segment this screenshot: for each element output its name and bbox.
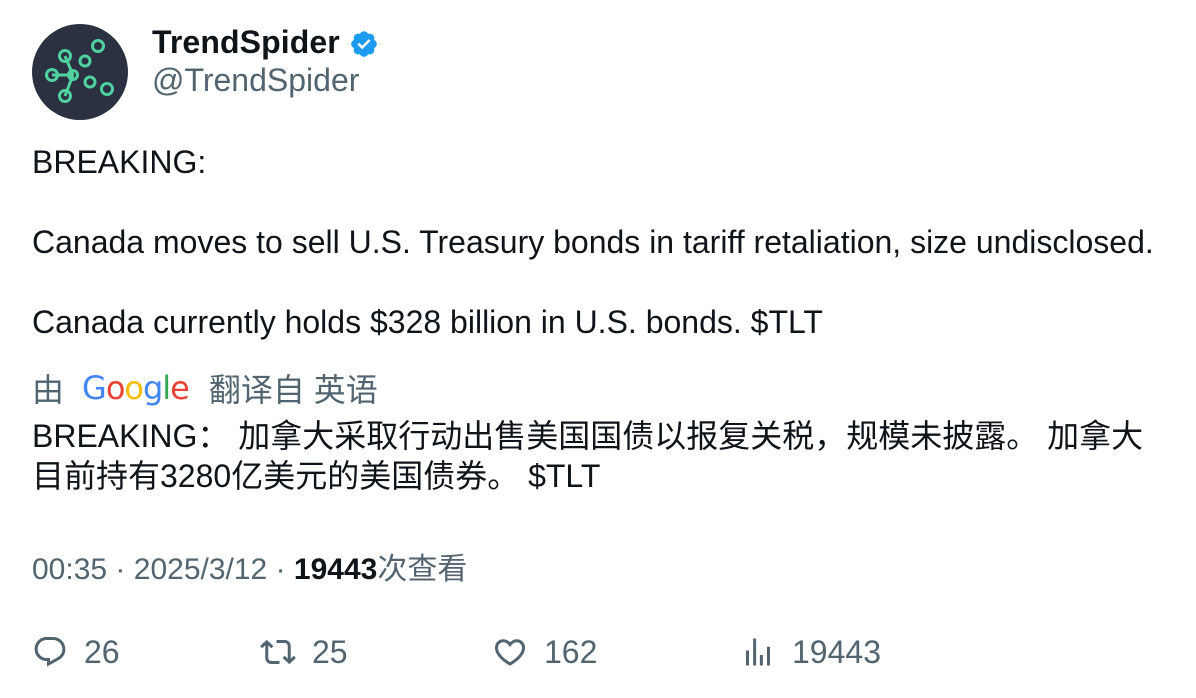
- retweet-button[interactable]: 25: [260, 630, 348, 674]
- tweet-views-label: 次查看: [377, 553, 468, 586]
- bar-chart-icon: [746, 638, 770, 666]
- views-button[interactable]: 19443: [740, 630, 881, 674]
- translated-tweet-text: BREAKING： 加拿大采取行动出售美国国债以报复关税，规模未披露。 加拿大目…: [32, 418, 1144, 494]
- tweet-line-3: Canada currently holds $328 billion in U…: [32, 304, 823, 340]
- tweet-date[interactable]: 2025/3/12: [134, 553, 267, 586]
- google-logo-letter: l: [162, 369, 171, 407]
- tweet-meta: 00:35 · 2025/3/12 · 19443次查看: [32, 544, 467, 588]
- google-logo-letter: o: [105, 369, 126, 407]
- like-count: 162: [544, 633, 598, 670]
- like-button[interactable]: 162: [492, 630, 597, 674]
- author-name-row: TrendSpider: [152, 22, 379, 62]
- avatar[interactable]: [32, 24, 128, 120]
- google-logo-letter: o: [124, 369, 144, 407]
- google-logo: Google: [82, 369, 190, 407]
- reply-icon: [34, 637, 66, 667]
- retweet-count: 25: [312, 633, 348, 670]
- heart-icon: [494, 639, 526, 666]
- reply-count: 26: [84, 633, 120, 670]
- network-nodes-icon: [45, 39, 114, 103]
- google-logo-letter: e: [170, 369, 190, 407]
- tweet-text: BREAKING: Canada moves to sell U.S. Trea…: [32, 142, 1172, 342]
- tweet-line-1: BREAKING:: [32, 144, 207, 180]
- retweet-icon: [260, 639, 296, 665]
- tweet-views-count: 19443: [293, 553, 378, 586]
- meta-separator: ·: [115, 553, 126, 586]
- meta-separator: ·: [275, 553, 286, 586]
- reply-button[interactable]: 26: [32, 630, 120, 674]
- google-logo-letter: G: [82, 369, 107, 407]
- tweet-line-2: Canada moves to sell U.S. Treasury bonds…: [32, 224, 1154, 260]
- tweet-actions: 26 25 162 19443: [32, 630, 1172, 674]
- google-logo-letter: g: [142, 369, 163, 407]
- views-count: 19443: [792, 633, 881, 670]
- translated-by-suffix: 翻译自 英语: [208, 372, 378, 408]
- author-display-name[interactable]: TrendSpider: [152, 24, 340, 61]
- tweet-time[interactable]: 00:35: [32, 553, 107, 586]
- verified-badge-icon[interactable]: [349, 29, 379, 59]
- author-handle[interactable]: @TrendSpider: [152, 62, 359, 99]
- translated-by-prefix: 由: [32, 372, 65, 408]
- translated-by-label[interactable]: 由 Google 翻译自 英语: [32, 366, 378, 410]
